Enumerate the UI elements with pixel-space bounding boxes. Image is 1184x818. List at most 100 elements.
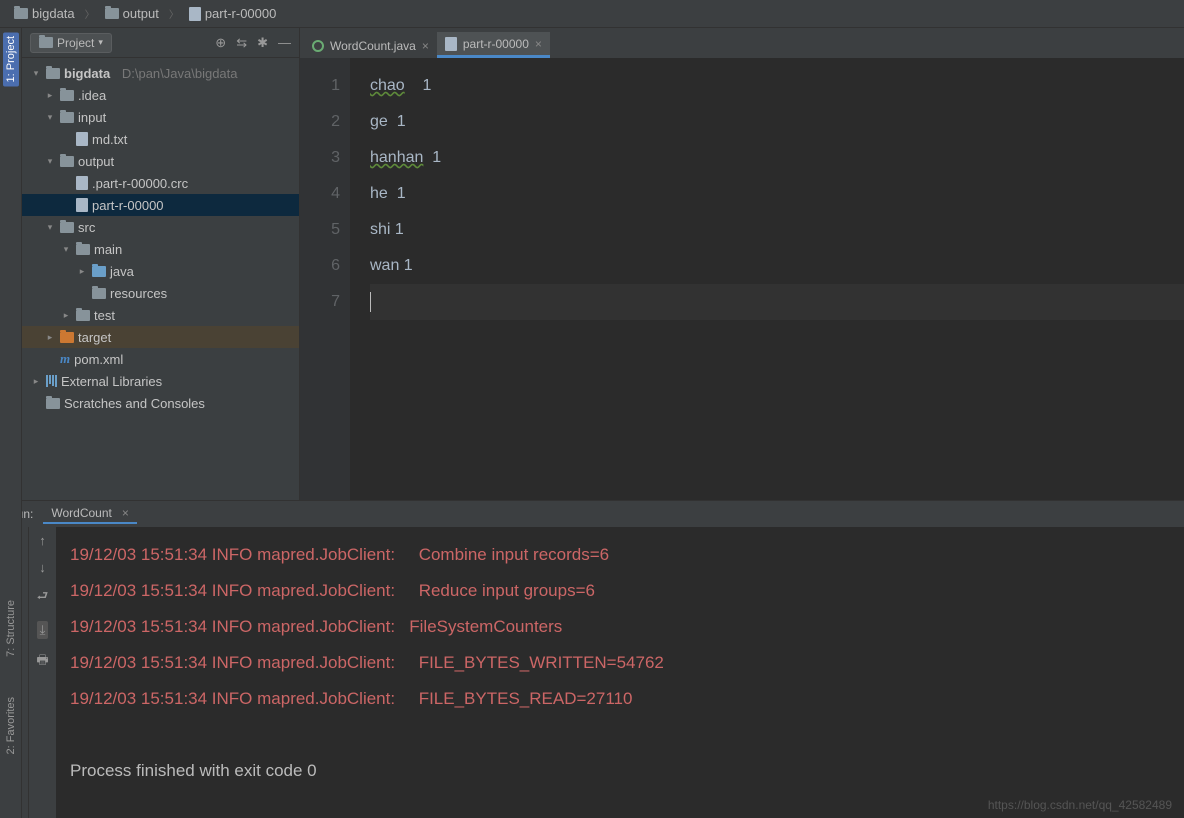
side-tab-structure[interactable]: 7: Structure [5,600,17,657]
tree-label: part-r-00000 [92,198,164,213]
tree-label: .part-r-00000.crc [92,176,188,191]
tree-label: input [78,110,106,125]
line-number: 7 [300,284,340,320]
scratch-icon [46,398,60,409]
file-icon [76,198,88,212]
left-tool-strip-bottom: 7: Structure 2: Favorites [0,500,22,818]
folder-icon [76,310,90,321]
folder-icon [76,244,90,255]
folder-icon [14,8,28,19]
tree-input[interactable]: ▾input [22,106,299,128]
file-icon [76,132,88,146]
folder-icon [92,288,106,299]
chevron-down-icon: ▾ [44,156,56,167]
console-line: Process finished with exit code 0 [70,753,1170,789]
code-line: ge 1 [370,104,1184,140]
project-view-label: Project [57,36,94,50]
tab-wordcount[interactable]: WordCount.java × [304,32,437,58]
tree-crc[interactable]: .part-r-00000.crc [22,172,299,194]
editor-area: WordCount.java × part-r-00000 × 1 2 3 4 5 … [300,28,1184,500]
watermark: https://blog.csdn.net/qq_42582489 [988,798,1172,812]
tree-resources[interactable]: resources [22,282,299,304]
file-icon [76,176,88,190]
folder-icon [60,90,74,101]
tree-label: main [94,242,122,257]
tree-partr[interactable]: part-r-00000 [22,194,299,216]
side-tab-favorites[interactable]: 2: Favorites [5,697,17,754]
locate-icon[interactable]: ⊕ [215,35,226,51]
tree-root-path: D:\pan\Java\bigdata [122,66,238,81]
line-gutter: 1 2 3 4 5 6 7 [300,58,350,500]
code-token: hanhan [370,149,423,166]
crumb-file[interactable]: part-r-00000 [183,4,283,23]
project-tree[interactable]: ▾bigdata D:\pan\Java\bigdata ▸.idea ▾inp… [22,58,299,500]
down-icon[interactable]: ↓ [39,560,46,575]
chevron-down-icon: ▾ [60,244,72,255]
run-panel: Run: WordCount× ▶ ■ ◉ ✱ ⎘ 🗑 📌 ↑ ↓ ⮐ ⤓ 🖶 … [0,500,1184,818]
chevron-right-icon: ▸ [44,332,56,343]
collapse-icon[interactable]: ⇆ [236,35,247,51]
gear-icon[interactable]: ✱ [257,35,268,51]
console-line: 19/12/03 15:51:34 INFO mapred.JobClient:… [70,537,1170,573]
close-icon[interactable]: × [422,39,429,53]
folder-icon [92,266,106,277]
tree-test[interactable]: ▸test [22,304,299,326]
left-tool-strip: 1: Project [0,28,22,500]
line-number: 1 [300,68,340,104]
maven-icon: m [60,351,70,367]
tree-label: .idea [78,88,106,103]
line-number: 5 [300,212,340,248]
tree-pom[interactable]: mpom.xml [22,348,299,370]
file-icon [445,37,457,51]
tree-idea[interactable]: ▸.idea [22,84,299,106]
breadcrumb: bigdata 〉 output 〉 part-r-00000 [0,0,1184,28]
side-tab-project[interactable]: 1: Project [3,32,19,86]
hide-icon[interactable]: — [278,35,291,51]
tree-label: resources [110,286,167,301]
close-icon[interactable]: × [535,37,542,51]
crumb-output[interactable]: output [99,4,165,23]
tree-java[interactable]: ▸java [22,260,299,282]
library-icon [46,375,57,387]
code-token: 1 [405,77,432,94]
code-area[interactable]: 1 2 3 4 5 6 7 chao 1 ge 1 hanhan 1 he 1 … [300,58,1184,500]
run-tab-label: WordCount [51,506,111,520]
run-tool-column-2: ↑ ↓ ⮐ ⤓ 🖶 [28,527,56,818]
code-token: chao [370,77,405,94]
run-header: Run: WordCount× [0,501,1184,527]
code-line: chao 1 [370,68,1184,104]
tree-scratches[interactable]: Scratches and Consoles [22,392,299,414]
project-pane: Project▾ ⊕ ⇆ ✱ — ▾bigdata D:\pan\Java\bi… [22,28,300,500]
tree-root[interactable]: ▾ bigdata D:\pan\Java\bigdata [22,62,299,84]
close-icon[interactable]: × [122,506,129,520]
console-line: 19/12/03 15:51:34 INFO mapred.JobClient:… [70,645,1170,681]
crumb-root[interactable]: bigdata [8,4,81,23]
code-lines[interactable]: chao 1 ge 1 hanhan 1 he 1 shi 1 wan 1 [350,58,1184,500]
tab-label: part-r-00000 [463,37,529,51]
tree-md[interactable]: md.txt [22,128,299,150]
project-view-dropdown[interactable]: Project▾ [30,33,112,53]
code-line: he 1 [370,176,1184,212]
chevron-down-icon: ▾ [30,68,42,79]
tree-external-libs[interactable]: ▸External Libraries [22,370,299,392]
console-output[interactable]: 19/12/03 15:51:34 INFO mapred.JobClient:… [56,527,1184,818]
scroll-icon[interactable]: ⤓ [37,621,49,639]
editor-tabs: WordCount.java × part-r-00000 × [300,28,1184,58]
tree-root-label: bigdata [64,66,110,81]
caret-icon [370,292,371,312]
chevron-right-icon: ▸ [60,310,72,321]
tab-partr[interactable]: part-r-00000 × [437,32,550,58]
java-class-icon [312,40,324,52]
print-icon[interactable]: 🖶 [36,651,48,673]
folder-icon [60,156,74,167]
tree-main[interactable]: ▾ main [22,238,299,260]
softwrap-icon[interactable]: ⮐ [37,587,49,609]
folder-icon [105,8,119,19]
tab-label: WordCount.java [330,39,416,53]
tree-target[interactable]: ▸target [22,326,299,348]
tree-src[interactable]: ▾src [22,216,299,238]
run-tab-wordcount[interactable]: WordCount × [43,504,137,524]
folder-icon [46,68,60,79]
up-icon[interactable]: ↑ [39,533,46,548]
tree-output[interactable]: ▾output [22,150,299,172]
